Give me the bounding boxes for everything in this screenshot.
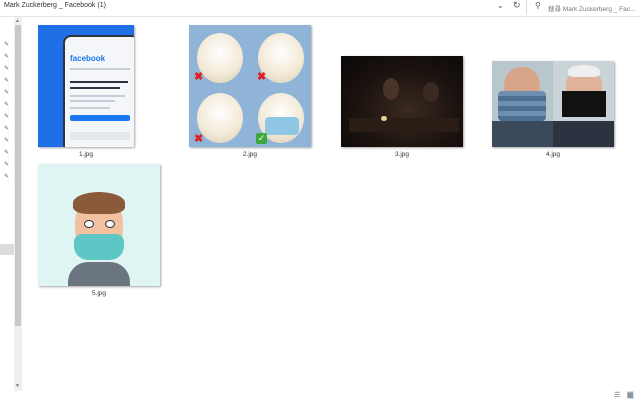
pin-icon[interactable]: ✎ xyxy=(4,161,9,168)
file-thumbnail[interactable]: ✖ ✖ ✖ ✓ xyxy=(189,25,311,147)
dog-photo xyxy=(197,33,243,83)
mask-shape xyxy=(265,117,299,135)
striped-mask xyxy=(498,91,546,121)
file-thumbnail[interactable]: facebook xyxy=(38,25,134,147)
pin-icon[interactable]: ✎ xyxy=(4,173,9,180)
facebook-logo: facebook xyxy=(70,54,106,63)
search-input[interactable]: 搜尋 Mark Zuckerberg _ Fac... xyxy=(548,3,635,13)
file-thumbnail[interactable] xyxy=(38,164,160,286)
address-field[interactable]: Mark Zuckerberg _ Facebook (1) ⌄ ↻ xyxy=(0,0,527,15)
x-mark-icon: ✖ xyxy=(194,71,204,83)
large-icons-view-icon[interactable]: ▦ xyxy=(627,391,634,399)
search-icon: ⚲ xyxy=(535,1,541,10)
pin-icon[interactable]: ✎ xyxy=(4,65,9,72)
selected-nav-item[interactable] xyxy=(0,244,14,255)
file-name[interactable]: 2.jpg xyxy=(200,151,300,158)
file-thumbnail[interactable] xyxy=(341,56,463,147)
dog-photo xyxy=(197,93,243,143)
pin-icon[interactable]: ✎ xyxy=(4,101,9,108)
details-view-icon[interactable]: ☰ xyxy=(614,391,620,399)
file-thumbnail[interactable] xyxy=(492,61,614,147)
avatar-hair xyxy=(73,192,125,214)
file-name[interactable]: 1.jpg xyxy=(36,151,136,158)
scroll-down-icon[interactable]: ▼ xyxy=(15,383,20,389)
pin-icon[interactable]: ✎ xyxy=(4,41,9,48)
status-bar: ☰ ▦ xyxy=(0,390,640,400)
search-box[interactable]: ⚲ 搜尋 Mark Zuckerberg _ Fac... xyxy=(531,0,640,15)
file-name[interactable]: 5.jpg xyxy=(49,290,149,297)
mask-shape xyxy=(74,234,124,260)
chevron-down-icon[interactable]: ⌄ xyxy=(497,1,504,10)
scroll-up-icon[interactable]: ▲ xyxy=(15,18,20,24)
checkmark-icon: ✓ xyxy=(256,133,267,144)
pin-icon[interactable]: ✎ xyxy=(4,137,9,144)
address-bar: Mark Zuckerberg _ Facebook (1) ⌄ ↻ ⚲ 搜尋 … xyxy=(0,0,640,17)
file-name[interactable]: 3.jpg xyxy=(352,151,452,158)
refresh-icon[interactable]: ↻ xyxy=(513,0,521,11)
pin-icon[interactable]: ✎ xyxy=(4,113,9,120)
nav-scrollbar[interactable]: ▲ ▼ xyxy=(14,17,22,391)
navigation-pane: ✎ ✎ ✎ ✎ ✎ ✎ ✎ ✎ ✎ ✎ ✎ ✎ xyxy=(0,17,14,390)
pin-icon[interactable]: ✎ xyxy=(4,149,9,156)
black-mask xyxy=(562,91,606,117)
phone-frame: facebook xyxy=(63,35,134,147)
scrollbar-thumb[interactable] xyxy=(15,25,21,326)
x-mark-icon: ✖ xyxy=(194,133,204,145)
file-name[interactable]: 4.jpg xyxy=(503,151,603,158)
pin-icon[interactable]: ✎ xyxy=(4,53,9,60)
address-path[interactable]: Mark Zuckerberg _ Facebook (1) xyxy=(4,2,106,9)
x-mark-icon: ✖ xyxy=(257,71,267,83)
pin-icon[interactable]: ✎ xyxy=(4,77,9,84)
pin-icon[interactable]: ✎ xyxy=(4,89,9,96)
pin-icon[interactable]: ✎ xyxy=(4,125,9,132)
